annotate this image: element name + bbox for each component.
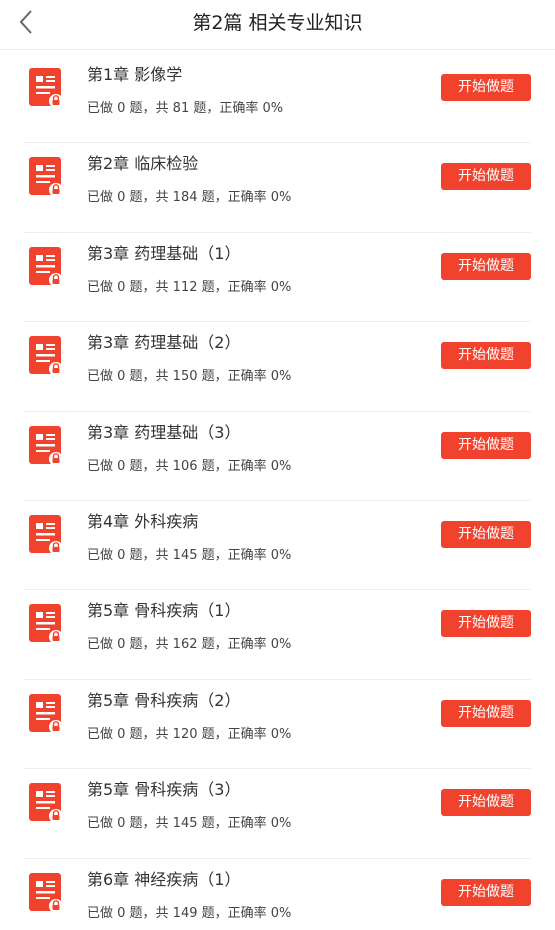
start-practice-button[interactable]: 开始做题 <box>441 878 531 906</box>
chapter-title: 第5章 骨科疾病（1） <box>87 601 241 621</box>
chapter-stats: 已做 0 题，共 184 题，正确率 0% <box>87 190 292 206</box>
chapter-stats: 已做 0 题，共 150 题，正确率 0% <box>87 369 292 385</box>
chapter-stats: 已做 0 题，共 145 题，正确率 0% <box>87 816 292 832</box>
chapter-stats: 已做 0 题，共 81 题，正确率 0% <box>87 101 284 116</box>
document-lock-icon <box>28 67 64 109</box>
chapter-title: 第6章 神经疾病（1） <box>87 869 241 889</box>
chapter-row[interactable]: 第3章 药理基础（2） 已做 0 题，共 150 题，正确率 0% 开始做题 <box>24 322 531 412</box>
document-lock-icon <box>28 156 64 198</box>
document-lock-icon <box>28 693 64 735</box>
start-practice-button[interactable]: 开始做题 <box>441 163 531 191</box>
start-practice-button[interactable]: 开始做题 <box>441 342 531 370</box>
document-lock-icon <box>28 782 64 824</box>
chapter-row[interactable]: 第5章 骨科疾病（2） 已做 0 题，共 120 题，正确率 0% 开始做题 <box>24 680 531 770</box>
start-practice-button[interactable]: 开始做题 <box>441 431 531 459</box>
chapter-title: 第3章 药理基础（2） <box>87 333 241 353</box>
start-practice-button[interactable]: 开始做题 <box>441 789 531 817</box>
chapter-stats: 已做 0 题，共 149 题，正确率 0% <box>87 905 292 921</box>
chapter-stats: 已做 0 题，共 145 题，正确率 0% <box>87 547 292 563</box>
chapter-stats: 已做 0 题，共 162 题，正确率 0% <box>87 637 292 653</box>
chapter-list: 第1章 影像学 已做 0 题，共 81 题，正确率 0% 开始做题 第2章 临床… <box>0 54 555 930</box>
page-title: 第2篇 相关专业知识 <box>192 12 363 34</box>
start-practice-button[interactable]: 开始做题 <box>441 520 531 548</box>
chapter-stats: 已做 0 题，共 120 题，正确率 0% <box>87 726 292 742</box>
document-lock-icon <box>28 603 64 645</box>
chapter-title: 第3章 药理基础（1） <box>87 243 241 263</box>
document-lock-icon <box>28 425 64 467</box>
chapter-title: 第1章 影像学 <box>87 65 183 84</box>
header-bar: 第2篇 相关专业知识 <box>0 0 555 50</box>
chapter-stats: 已做 0 题，共 106 题，正确率 0% <box>87 458 292 474</box>
chapter-title: 第3章 药理基础（3） <box>87 422 241 442</box>
chapter-row[interactable]: 第6章 神经疾病（1） 已做 0 题，共 149 题，正确率 0% 开始做题 <box>24 859 531 930</box>
chapter-row[interactable]: 第5章 骨科疾病（1） 已做 0 题，共 162 题，正确率 0% 开始做题 <box>24 590 531 680</box>
start-practice-button[interactable]: 开始做题 <box>441 74 531 101</box>
chapter-row[interactable]: 第3章 药理基础（3） 已做 0 题，共 106 题，正确率 0% 开始做题 <box>24 412 531 501</box>
chapter-stats: 已做 0 题，共 112 题，正确率 0% <box>87 279 292 295</box>
start-practice-button[interactable]: 开始做题 <box>441 610 531 638</box>
chapter-row[interactable]: 第5章 骨科疾病（3） 已做 0 题，共 145 题，正确率 0% 开始做题 <box>24 769 531 859</box>
chapter-row[interactable]: 第2章 临床检验 已做 0 题，共 184 题，正确率 0% 开始做题 <box>24 143 531 233</box>
document-lock-icon <box>28 872 64 914</box>
chapter-title: 第5章 骨科疾病（3） <box>87 780 241 800</box>
chapter-title: 第2章 临床检验 <box>87 154 199 174</box>
chapter-title: 第4章 外科疾病 <box>87 511 199 531</box>
document-lock-icon <box>28 514 64 556</box>
chapter-row[interactable]: 第1章 影像学 已做 0 题，共 81 题，正确率 0% 开始做题 <box>24 54 531 144</box>
document-lock-icon <box>28 246 64 288</box>
start-practice-button[interactable]: 开始做题 <box>441 252 531 280</box>
document-lock-icon <box>28 335 64 377</box>
start-practice-button[interactable]: 开始做题 <box>441 699 531 727</box>
chapter-title: 第5章 骨科疾病（2） <box>87 690 241 710</box>
chapter-row[interactable]: 第3章 药理基础（1） 已做 0 题，共 112 题，正确率 0% 开始做题 <box>24 233 531 323</box>
chapter-row[interactable]: 第4章 外科疾病 已做 0 题，共 145 题，正确率 0% 开始做题 <box>24 501 531 591</box>
